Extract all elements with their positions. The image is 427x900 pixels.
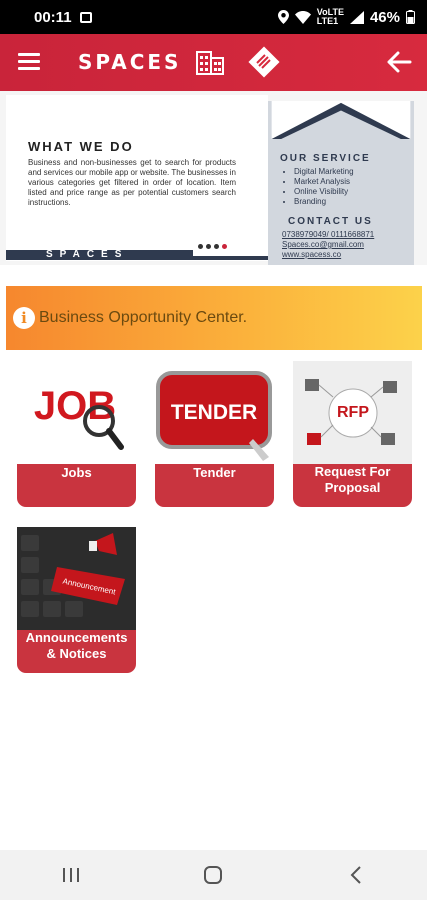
app-bar: SPACES bbox=[0, 34, 427, 91]
app-title: SPACES bbox=[78, 50, 182, 74]
brand-logo-icon bbox=[248, 46, 280, 78]
service-item: Online Visibility bbox=[294, 187, 354, 197]
rfp-image: RFP bbox=[293, 361, 412, 464]
tile-announcements[interactable]: Announcement Announcements & Notices bbox=[17, 527, 136, 673]
tile-tender[interactable]: TENDER Tender bbox=[155, 361, 274, 507]
jobs-image: JOB bbox=[17, 361, 136, 464]
back-arrow-icon[interactable] bbox=[386, 51, 412, 73]
carousel-dot bbox=[198, 244, 203, 249]
tender-image-text: TENDER bbox=[171, 401, 257, 424]
tile-label: Jobs bbox=[17, 464, 136, 507]
battery-percentage: 46% bbox=[369, 8, 400, 26]
back-icon bbox=[350, 866, 361, 884]
contact-phone: 0738979049/ 0111668871 bbox=[282, 230, 375, 239]
banner-carousel[interactable]: WHAT WE DO Business and non-businesses g… bbox=[0, 91, 427, 265]
banner-slide: WHAT WE DO Business and non-businesses g… bbox=[6, 95, 268, 261]
info-icon: i bbox=[13, 307, 35, 329]
service-item: Branding bbox=[294, 197, 354, 207]
service-item: Digital Marketing bbox=[294, 167, 354, 177]
rfp-image-text: RFP bbox=[337, 404, 369, 421]
carousel-dot bbox=[206, 244, 211, 249]
contact-list: 0738979049/ 0111668871 Spaces.co@gmail.c… bbox=[282, 230, 374, 260]
carousel-indicator bbox=[198, 244, 227, 249]
tile-label: Tender bbox=[155, 464, 274, 507]
status-time: 00:11 bbox=[34, 8, 72, 26]
tile-jobs[interactable]: JOB Jobs bbox=[17, 361, 136, 507]
recents-button[interactable] bbox=[41, 860, 101, 890]
roof-graphic bbox=[271, 101, 411, 139]
network-type-bottom: LTE1 bbox=[316, 16, 339, 26]
location-icon bbox=[277, 10, 289, 24]
system-back-button[interactable] bbox=[326, 860, 386, 890]
home-button[interactable] bbox=[183, 860, 243, 890]
contact-email: Spaces.co@gmail.com bbox=[282, 240, 364, 249]
notice-text: Business Opportunity Center. bbox=[39, 309, 248, 326]
carousel-dot-active bbox=[222, 244, 227, 249]
home-icon bbox=[204, 866, 223, 884]
building-icon bbox=[196, 51, 224, 75]
tile-label: Request For Proposal bbox=[293, 464, 412, 507]
recents-icon bbox=[63, 868, 80, 882]
tender-image: TENDER bbox=[155, 361, 274, 464]
banner-heading: WHAT WE DO bbox=[28, 139, 134, 154]
service-list: Digital Marketing Market Analysis Online… bbox=[286, 167, 354, 207]
carousel-dot bbox=[214, 244, 219, 249]
system-nav-bar bbox=[0, 850, 427, 900]
gallery-notification-icon bbox=[79, 11, 92, 23]
tile-label: Announcements & Notices bbox=[17, 630, 136, 673]
battery-icon bbox=[406, 10, 415, 24]
tile-request-for-proposal[interactable]: RFP Request For Proposal bbox=[293, 361, 412, 507]
status-bar: 00:11 VoLTE LTE1 46% bbox=[0, 0, 427, 34]
contact-website: www.spacess.co bbox=[282, 250, 342, 259]
banner-body-text: Business and non-businesses get to searc… bbox=[28, 158, 236, 207]
banner-service-panel: OUR SERVICE Digital Marketing Market Ana… bbox=[268, 101, 414, 265]
banner-brand-strip: SPACES bbox=[6, 250, 193, 260]
contact-title: CONTACT US bbox=[288, 216, 373, 227]
service-title: OUR SERVICE bbox=[280, 153, 371, 164]
service-item: Market Analysis bbox=[294, 177, 354, 187]
announcements-image: Announcement bbox=[17, 527, 136, 630]
wifi-icon bbox=[294, 10, 311, 24]
menu-icon[interactable] bbox=[18, 53, 40, 71]
signal-icon bbox=[349, 10, 364, 24]
notice-bar: i Business Opportunity Center. bbox=[6, 286, 422, 350]
